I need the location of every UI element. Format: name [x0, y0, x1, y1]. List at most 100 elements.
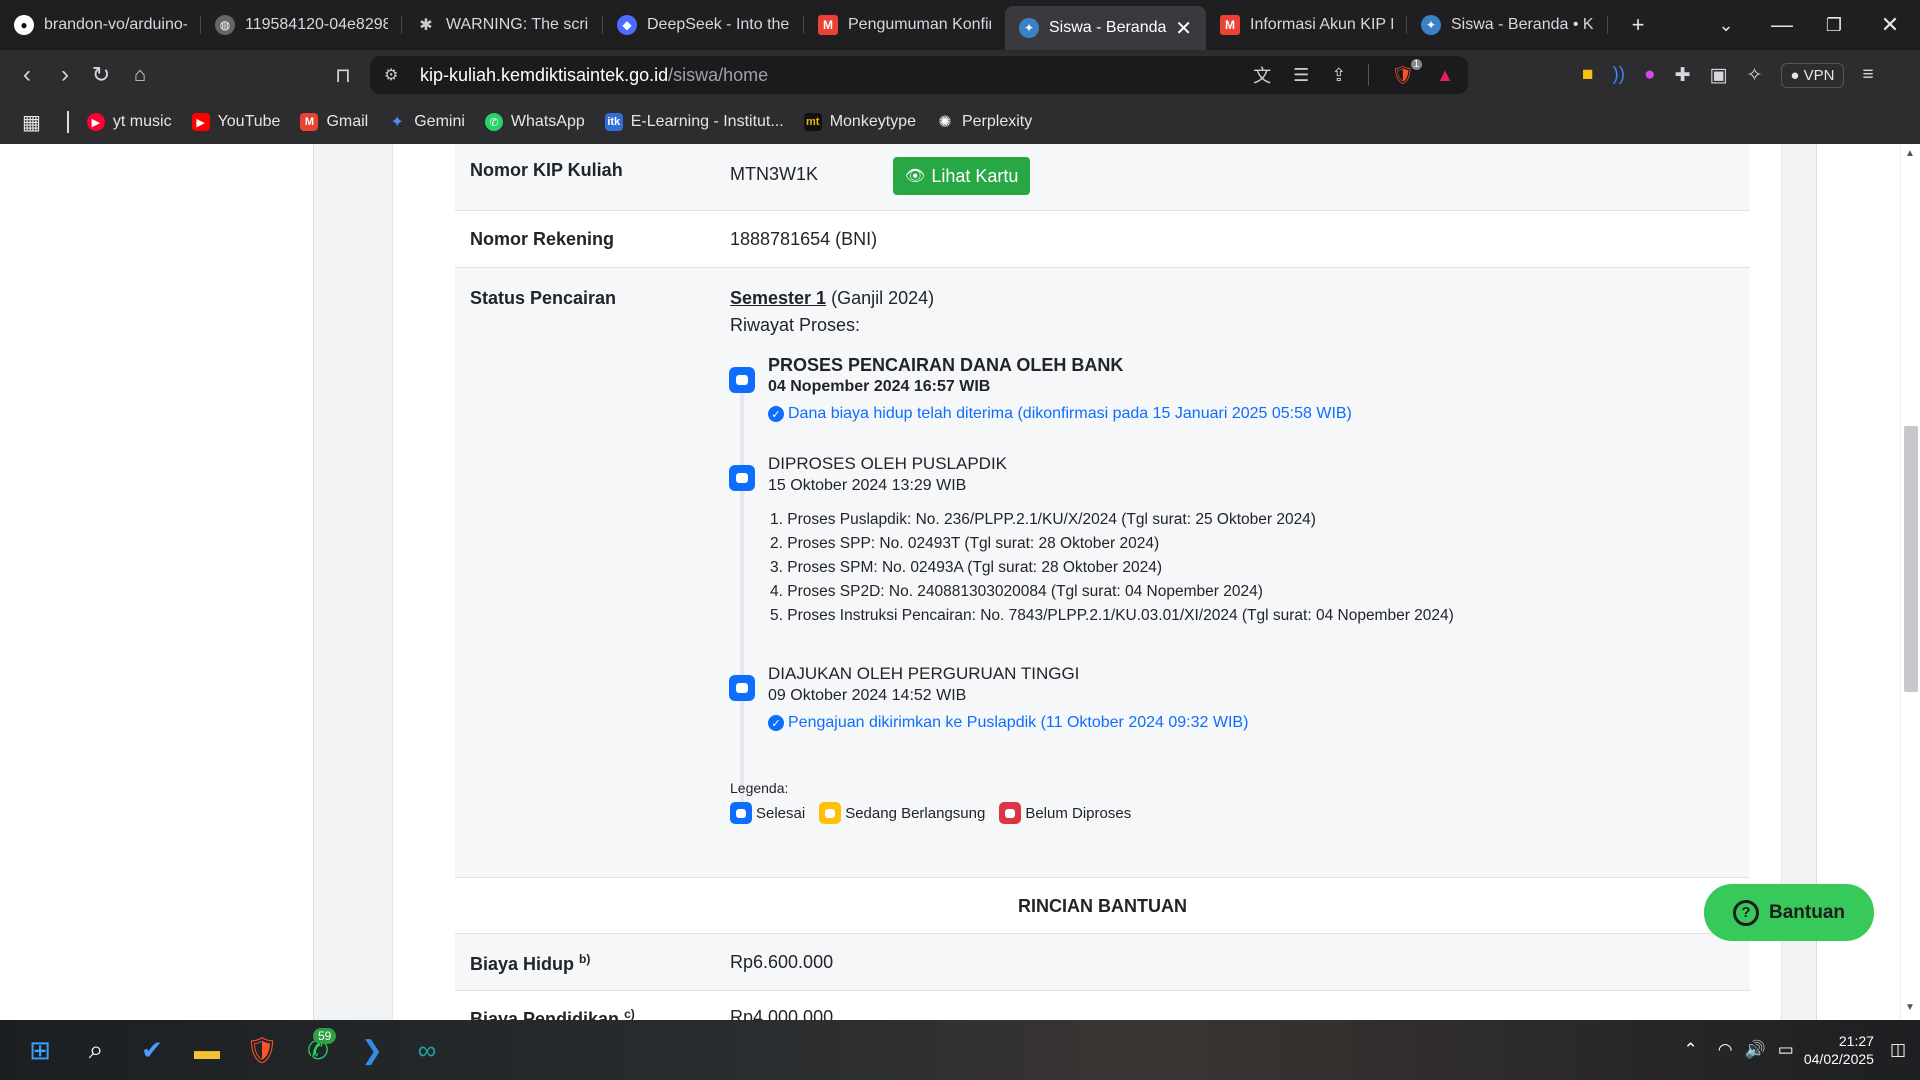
page-left-margin — [313, 144, 393, 1020]
tab-list-chevron-icon[interactable]: ⌄ — [1708, 0, 1744, 50]
new-tab-button[interactable]: + — [1620, 0, 1656, 50]
gemini-icon: ✦ — [390, 114, 404, 131]
question-circle-icon: ? — [1733, 899, 1759, 926]
tab-gmail-pengumuman[interactable]: M Pengumuman Konfir — [804, 6, 1005, 44]
wallet-icon[interactable]: ▣ — [1710, 64, 1728, 87]
tab-siswa-beranda-kip[interactable]: ✦ Siswa - Beranda • KIP — [1407, 6, 1608, 44]
check-circle-icon: ✓ — [768, 715, 784, 731]
scroll-thumb[interactable] — [1904, 426, 1918, 692]
address-bar[interactable]: ⚙ kip-kuliah.kemdiktisaintek.go.id/siswa… — [370, 56, 1468, 94]
volume-icon[interactable]: 🔊 — [1745, 1040, 1766, 1060]
arduino-icon[interactable]: ∞ — [407, 1030, 447, 1070]
page-scrollbar[interactable]: ▲ ▼ — [1900, 144, 1920, 1020]
bookmark-gmail[interactable]: M Gmail — [300, 113, 368, 131]
timeline-item-title: DIAJUKAN OLEH PERGURUAN TINGGI — [768, 664, 1080, 683]
navigation-bar: ‹ › ↻ ⌂ ⊓ ⚙ kip-kuliah.kemdiktisaintek.g… — [0, 50, 1920, 100]
bookmark-yt-music[interactable]: ▶ yt music — [86, 113, 172, 131]
status-selesai-marker — [729, 675, 755, 701]
bookmark-elearning[interactable]: itk E-Learning - Institut... — [604, 113, 784, 131]
tab-github[interactable]: ● brandon-vo/arduino- — [0, 6, 201, 44]
label-biaya-pendidikan: Biaya Pendidikan c) — [470, 1007, 635, 1020]
reader-mode-icon[interactable]: ☰ — [1293, 65, 1309, 86]
itk-icon: itk — [604, 113, 623, 131]
scroll-down-icon[interactable]: ▼ — [1905, 1002, 1915, 1013]
notification-icon[interactable]: ◫ — [1890, 1040, 1906, 1060]
riwayat-proses-label: Riwayat Proses: — [730, 315, 861, 335]
bookmark-perplexity[interactable]: ✺ Perplexity — [936, 113, 1032, 131]
value-nomor-rekening: 1888781654 (BNI) — [730, 229, 878, 249]
brave-browser-icon[interactable]: 🛡 — [242, 1030, 282, 1070]
reload-icon[interactable]: ↻ — [82, 50, 120, 100]
extension-yellow-icon[interactable]: ■ — [1582, 64, 1593, 86]
kip-icon: ✦ — [1421, 15, 1441, 35]
brave-rewards-icon[interactable]: ▲ — [1436, 65, 1454, 86]
list-item: 5. Proses Instruksi Pencairan: No. 7843/… — [770, 607, 1454, 624]
semester-period: (Ganjil 2024) — [831, 288, 935, 308]
bookmark-youtube[interactable]: ▶ YouTube — [191, 113, 280, 131]
vpn-button[interactable]: ● VPN — [1781, 62, 1844, 88]
vscode-icon[interactable]: ❯ — [352, 1030, 392, 1070]
home-icon[interactable]: ⌂ — [121, 50, 159, 100]
timeline-item-date: 15 Oktober 2024 13:29 WIB — [768, 477, 967, 494]
battery-icon[interactable]: ▭ — [1778, 1040, 1794, 1060]
tab-globe[interactable]: ◍ 119584120-04e8298 — [201, 6, 402, 44]
tray-chevron-icon[interactable]: ⌃ — [1684, 1040, 1698, 1060]
status-selesai-marker — [729, 465, 755, 491]
whatsapp-unread-badge: 59 — [313, 1028, 337, 1044]
restore-icon[interactable]: ❐ — [1812, 0, 1856, 50]
menu-icon[interactable]: ≡ — [1863, 64, 1874, 86]
deepseek-icon: ◆ — [617, 15, 637, 35]
site-settings-icon[interactable]: ⚙ — [384, 65, 398, 85]
extension-pink-icon[interactable]: ● — [1644, 64, 1655, 86]
bookmark-gemini[interactable]: ✦ Gemini — [388, 113, 465, 131]
label-status-pencairan: Status Pencairan — [470, 288, 617, 308]
bookmark-whatsapp[interactable]: ✆ WhatsApp — [484, 113, 585, 131]
extensions-puzzle-icon[interactable]: ✚ — [1675, 64, 1691, 87]
url-path: /siswa/home — [668, 64, 769, 85]
row-nomor-rekening: Nomor Rekening 1888781654 (BNI) — [455, 211, 1750, 268]
legend: Selesai Sedang Berlangsung Belum Diprose… — [730, 802, 1145, 824]
search-icon[interactable]: ⌕ — [76, 1030, 116, 1070]
bookmark-monkeytype[interactable]: mt Monkeytype — [803, 113, 916, 131]
forward-icon[interactable]: › — [46, 50, 84, 100]
back-icon[interactable]: ‹ — [8, 50, 46, 100]
timeline-item-note: ✓ Dana biaya hidup telah diterima (dikon… — [768, 405, 1352, 423]
bantuan-help-button[interactable]: ? Bantuan — [1704, 884, 1874, 941]
clock[interactable]: 21:27 04/02/2025 — [1804, 1032, 1874, 1068]
label-nomor-kip: Nomor KIP Kuliah — [470, 160, 623, 180]
share-icon[interactable]: ⇪ — [1331, 65, 1346, 86]
row-biaya-pendidikan: Biaya Pendidikan c) Rp4.000.000 — [455, 991, 1750, 1020]
todo-icon[interactable]: ✔ — [132, 1030, 172, 1070]
label-nomor-rekening: Nomor Rekening — [470, 229, 615, 249]
close-tab-icon[interactable]: ✕ — [1175, 16, 1192, 41]
gmail-icon: M — [300, 113, 319, 131]
bookmark-icon[interactable]: ⊓ — [324, 50, 362, 100]
extension-wave-icon[interactable]: )) — [1612, 64, 1625, 86]
brave-shields-icon[interactable]: 🛡 1 — [1391, 58, 1423, 86]
value-biaya-hidup: Rp6.600.000 — [730, 952, 834, 972]
tab-warning[interactable]: ✱ WARNING: The script — [402, 6, 603, 44]
wifi-icon[interactable]: ◠ — [1718, 1040, 1733, 1060]
legend-sedang-berlangsung: Sedang Berlangsung — [819, 802, 985, 824]
translate-icon[interactable]: 文 — [1253, 62, 1271, 88]
timeline-item-date: 04 Nopember 2024 16:57 WIB — [768, 378, 991, 395]
bookmarks-bar: ▦ ▶ yt music ▶ YouTube M Gmail ✦ Gemini ✆ Wha… — [0, 100, 1920, 144]
monkeytype-icon: mt — [803, 113, 822, 131]
tab-gmail-informasi[interactable]: M Informasi Akun KIP K — [1206, 6, 1407, 44]
file-explorer-icon[interactable]: ▬ — [187, 1030, 227, 1070]
list-item: 1. Proses Puslapdik: No. 236/PLPP.2.1/KU… — [770, 511, 1316, 528]
list-item: 4. Proses SP2D: No. 240881303020084 (Tgl… — [770, 583, 1263, 600]
minimize-icon[interactable]: — — [1760, 0, 1804, 50]
windows-start-icon[interactable]: ⊞ — [20, 1030, 60, 1070]
leo-ai-icon[interactable]: ✧ — [1747, 64, 1763, 87]
tab-deepseek[interactable]: ◆ DeepSeek - Into the U — [603, 6, 804, 44]
windows-taskbar: ⊞ ⌕ ✔ ▬ 🛡 ✆ 59 ❯ ∞ ⌃ ◠ 🔊 ▭ 21:27 04/02/2… — [0, 1020, 1920, 1080]
lihat-kartu-button[interactable]: 👁 Lihat Kartu — [893, 157, 1031, 195]
scroll-up-icon[interactable]: ▲ — [1905, 148, 1915, 159]
legend-title: Legenda: — [730, 780, 789, 796]
window-close-icon[interactable]: ✕ — [1868, 0, 1912, 50]
semester-link[interactable]: Semester 1 — [730, 288, 826, 308]
tab-siswa-beranda-active[interactable]: ✦ Siswa - Beranda ✕ — [1005, 6, 1206, 50]
apps-grid-icon[interactable]: ▦ — [22, 110, 41, 135]
legend-belum-diproses: Belum Diproses — [999, 802, 1131, 824]
